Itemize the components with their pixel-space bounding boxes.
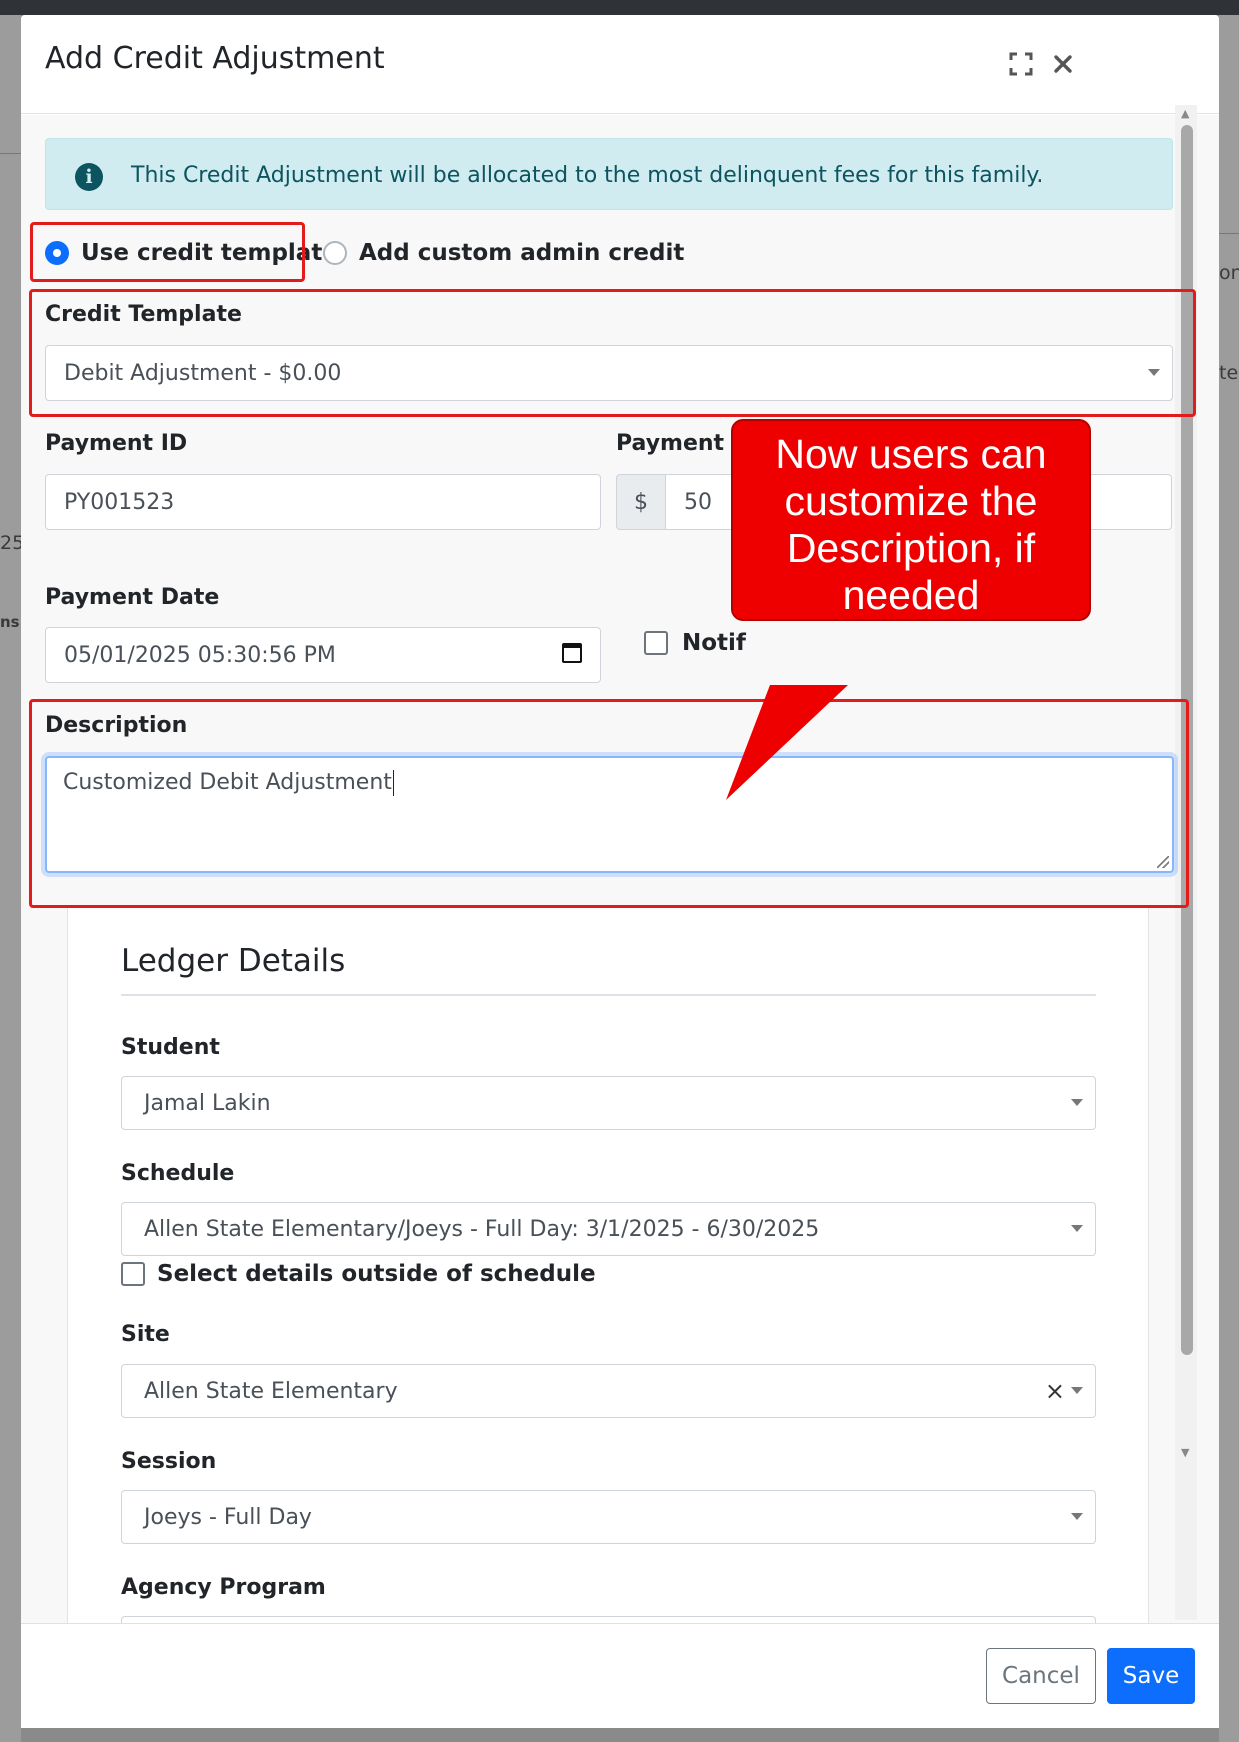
cancel-button[interactable]: Cancel	[986, 1648, 1096, 1704]
schedule-value: Allen State Elementary/Joeys - Full Day:…	[144, 1216, 820, 1242]
callout-line: Description, if	[786, 525, 1036, 571]
ledger-divider	[121, 994, 1096, 996]
chevron-down-icon	[1071, 1099, 1083, 1106]
payment-id-input[interactable]: PY001523	[45, 474, 601, 530]
payment-amount-value: 50	[684, 489, 712, 515]
info-icon: i	[75, 163, 103, 191]
modal-header: Add Credit Adjustment	[21, 15, 1219, 114]
highlight-description-field	[29, 699, 1189, 908]
clear-icon[interactable]: ×	[1045, 1377, 1065, 1405]
background-divider	[1219, 233, 1239, 234]
agency-program-label: Agency Program	[121, 1575, 326, 1600]
outside-schedule-checkbox[interactable]	[121, 1262, 145, 1286]
background-text-fragment: on	[1219, 262, 1239, 284]
background-text-fragment: te	[1219, 362, 1239, 384]
site-value: Allen State Elementary	[144, 1378, 398, 1404]
student-select[interactable]: Jamal Lakin	[121, 1076, 1096, 1130]
callout-line: customize the	[784, 478, 1038, 524]
payment-id-value: PY001523	[64, 489, 175, 515]
schedule-select[interactable]: Allen State Elementary/Joeys - Full Day:…	[121, 1202, 1096, 1256]
session-value: Joeys - Full Day	[144, 1504, 312, 1530]
background-divider	[0, 153, 21, 154]
chevron-down-icon	[1071, 1387, 1083, 1394]
modal-title: Add Credit Adjustment	[45, 41, 385, 76]
close-icon[interactable]	[1046, 47, 1080, 81]
radio-add-custom-admin-credit[interactable]: Add custom admin credit	[323, 240, 684, 266]
notify-checkbox-row[interactable]: Notif	[644, 630, 746, 656]
annotation-callout: Now users can customize the Description,…	[731, 419, 1091, 621]
highlight-credit-template-field	[29, 289, 1196, 417]
payment-id-label: Payment ID	[45, 431, 188, 456]
calendar-icon[interactable]	[562, 643, 582, 663]
notify-checkbox[interactable]	[644, 631, 668, 655]
payment-date-label: Payment Date	[45, 585, 220, 610]
payment-date-input[interactable]: 05/01/2025 05:30:56 PM	[45, 627, 601, 683]
currency-addon: $	[616, 474, 666, 530]
session-label: Session	[121, 1449, 217, 1474]
notify-label: Notif	[682, 630, 746, 656]
radio-button[interactable]	[323, 241, 347, 265]
background-text-fragment: ns	[0, 613, 20, 631]
expand-icon[interactable]	[1004, 47, 1038, 81]
schedule-label: Schedule	[121, 1161, 235, 1186]
chevron-down-icon	[1071, 1513, 1083, 1520]
outside-schedule-label: Select details outside of schedule	[157, 1261, 596, 1287]
site-label: Site	[121, 1322, 170, 1347]
top-bar	[0, 0, 1239, 15]
student-label: Student	[121, 1035, 220, 1060]
session-select[interactable]: Joeys - Full Day	[121, 1490, 1096, 1544]
chevron-down-icon	[1071, 1225, 1083, 1232]
alert-text: This Credit Adjustment will be allocated…	[131, 163, 1044, 188]
info-alert: i This Credit Adjustment will be allocat…	[45, 138, 1173, 210]
ledger-title: Ledger Details	[121, 943, 346, 979]
highlight-credit-template-radio	[30, 222, 305, 282]
payment-date-value: 05/01/2025 05:30:56 PM	[64, 642, 336, 668]
student-value: Jamal Lakin	[144, 1090, 271, 1116]
scroll-down-icon[interactable]: ▼	[1181, 1446, 1189, 1459]
scroll-up-icon[interactable]: ▲	[1181, 107, 1189, 120]
save-button[interactable]: Save	[1107, 1648, 1195, 1704]
background-left	[0, 15, 21, 1742]
site-select[interactable]: Allen State Elementary ×	[121, 1364, 1096, 1418]
radio-label: Add custom admin credit	[359, 240, 685, 266]
callout-line: needed	[842, 572, 980, 618]
outside-schedule-row[interactable]: Select details outside of schedule	[121, 1261, 596, 1287]
callout-line: Now users can	[775, 431, 1047, 477]
